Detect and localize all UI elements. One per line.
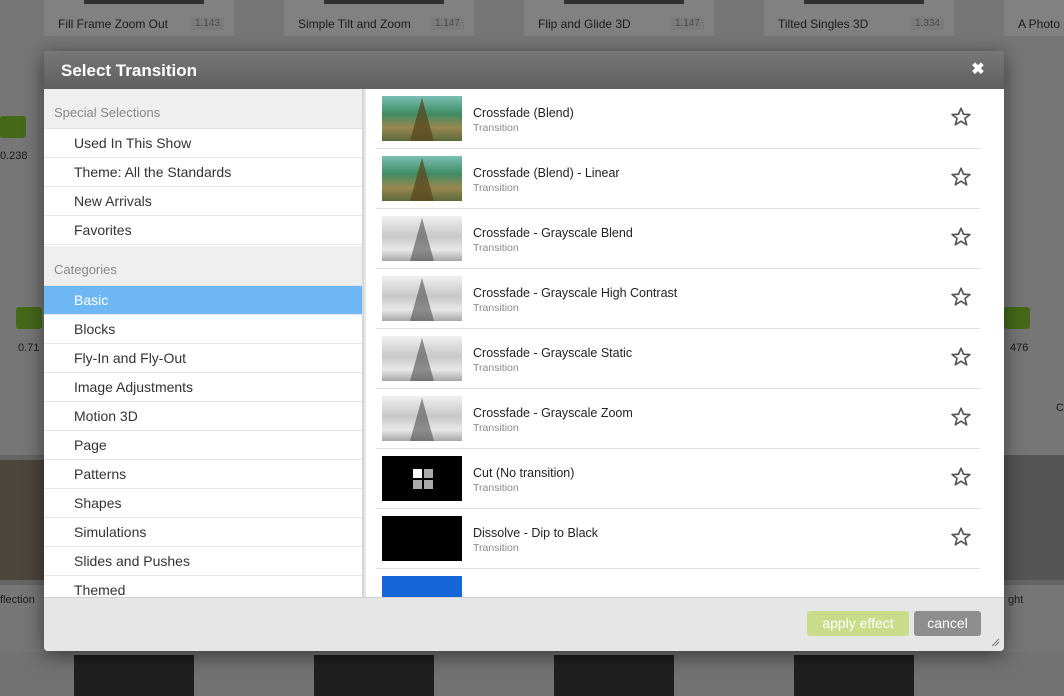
sidebar-item-image-adjustments[interactable]: Image Adjustments [44,373,362,402]
transition-type: Transition [473,122,519,134]
sidebar-item-shapes[interactable]: Shapes [44,489,362,518]
apply-effect-button[interactable]: apply effect [807,611,909,636]
transition-type: Transition [473,362,519,374]
eiffel-tower-shape [410,218,434,261]
sidebar-item-favorites[interactable]: Favorites [44,216,362,245]
transition-item[interactable]: Crossfade - Grayscale Blend Transition [376,209,980,269]
eiffel-tower-shape [410,398,434,441]
transition-type: Transition [473,542,519,554]
sidebar-item-slides-and-pushes[interactable]: Slides and Pushes [44,547,362,576]
sidebar-item-simulations[interactable]: Simulations [44,518,362,547]
close-icon[interactable]: ✖ [969,61,987,79]
transition-title: Crossfade - Grayscale Blend [473,226,633,240]
transition-thumbnail [382,396,462,441]
resize-handle-icon[interactable] [990,637,1000,647]
transition-type: Transition [473,422,519,434]
transition-title: Crossfade (Blend) - Linear [473,166,620,180]
eiffel-tower-shape [410,278,434,321]
select-transition-dialog: Select Transition ✖ Special Selections U… [44,51,1004,651]
category-sidebar: Special Selections Used In This Show The… [44,89,364,597]
categories-heading: Categories [44,246,362,286]
sidebar-item-new-arrivals[interactable]: New Arrivals [44,187,362,216]
transition-type: Transition [473,482,519,494]
dialog-header: Select Transition ✖ [44,51,1004,89]
transition-item[interactable]: Crossfade - Grayscale High Contrast Tran… [376,269,980,329]
eiffel-tower-shape [410,98,434,141]
transition-type: Transition [473,182,519,194]
star-icon[interactable] [950,106,972,128]
sidebar-item-used-in-this-show[interactable]: Used In This Show [44,129,362,158]
transition-title: Crossfade - Grayscale High Contrast [473,286,678,300]
sidebar-item-blocks[interactable]: Blocks [44,315,362,344]
transition-thumbnail [382,156,462,201]
transition-item[interactable]: Cut (No transition) Transition [376,449,980,509]
transition-title: Crossfade - Grayscale Static [473,346,633,360]
transition-thumbnail [382,576,462,597]
transition-item[interactable] [376,569,980,597]
sidebar-item-fly-in-and-fly-out[interactable]: Fly-In and Fly-Out [44,344,362,373]
star-icon[interactable] [950,226,972,248]
transition-title: Crossfade - Grayscale Zoom [473,406,633,420]
star-icon[interactable] [950,166,972,188]
sidebar-item-theme-all-the-standards[interactable]: Theme: All the Standards [44,158,362,187]
sidebar-item-motion-3d[interactable]: Motion 3D [44,402,362,431]
transition-thumbnail [382,456,462,501]
cut-icon [413,469,433,489]
transition-item[interactable]: Crossfade - Grayscale Zoom Transition [376,389,980,449]
transition-type: Transition [473,242,519,254]
transition-thumbnail [382,516,462,561]
transition-item[interactable]: Dissolve - Dip to Black Transition [376,509,980,569]
dialog-title: Select Transition [61,61,198,80]
dialog-footer: apply effect cancel [44,597,1004,651]
transition-list: Crossfade (Blend) Transition Crossfade (… [366,89,1004,597]
star-icon[interactable] [950,346,972,368]
star-icon[interactable] [950,286,972,308]
sidebar-item-themed[interactable]: Themed [44,576,362,597]
transition-item[interactable]: Crossfade - Grayscale Static Transition [376,329,980,389]
transition-item[interactable]: Crossfade (Blend) - Linear Transition [376,149,980,209]
transition-item[interactable]: Crossfade (Blend) Transition [376,89,980,149]
special-selections-heading: Special Selections [44,89,362,129]
sidebar-item-patterns[interactable]: Patterns [44,460,362,489]
star-icon[interactable] [950,526,972,548]
transition-thumbnail [382,276,462,321]
cancel-button[interactable]: cancel [914,611,981,636]
transition-thumbnail [382,216,462,261]
transition-type: Transition [473,302,519,314]
transition-title: Crossfade (Blend) [473,106,574,120]
transition-thumbnail [382,336,462,381]
eiffel-tower-shape [410,338,434,381]
eiffel-tower-shape [410,158,434,201]
transition-title: Dissolve - Dip to Black [473,526,599,540]
star-icon[interactable] [950,466,972,488]
transition-title: Cut (No transition) [473,466,575,480]
star-icon[interactable] [950,406,972,428]
sidebar-item-page[interactable]: Page [44,431,362,460]
transition-thumbnail [382,96,462,141]
sidebar-item-basic[interactable]: Basic [44,286,362,315]
